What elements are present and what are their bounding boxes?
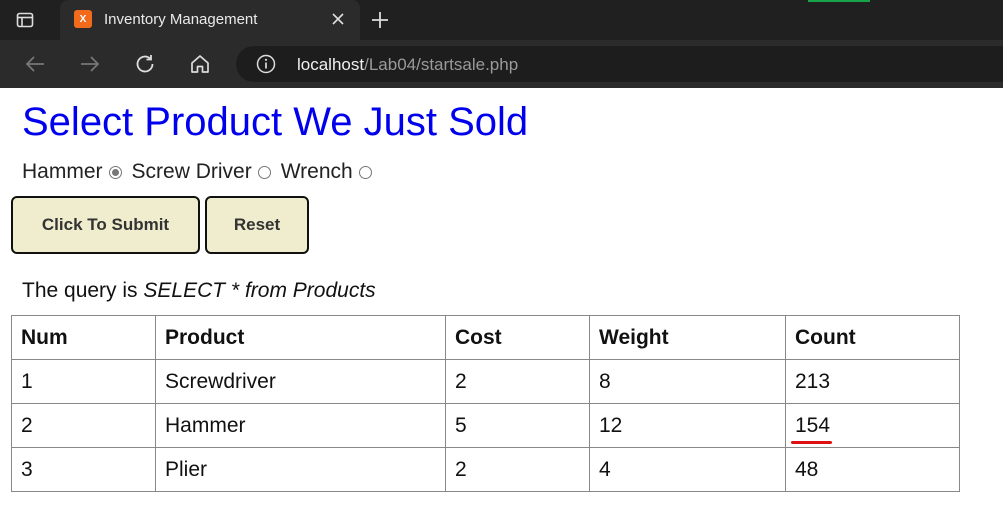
address-bar[interactable]: localhost/Lab04/startsale.php — [236, 46, 1003, 82]
submit-button[interactable]: Click To Submit — [11, 196, 200, 254]
radio-label-screw-driver: Screw Driver — [131, 160, 252, 183]
cell-weight: 12 — [589, 403, 786, 448]
query-prefix: The query is — [22, 279, 138, 302]
cell-count: 48 — [785, 447, 960, 492]
cell-num: 1 — [11, 359, 156, 404]
header-weight: Weight — [589, 315, 786, 360]
cell-product: Plier — [155, 447, 446, 492]
cell-num: 3 — [11, 447, 156, 492]
site-info-icon[interactable] — [256, 54, 276, 74]
cell-product: Hammer — [155, 403, 446, 448]
products-table: Num Product Cost Weight Count 1 Screwdri… — [11, 315, 960, 492]
radio-screw-driver[interactable] — [257, 165, 271, 179]
header-num: Num — [11, 315, 156, 360]
cell-count: 213 — [785, 359, 960, 404]
tab-actions-icon[interactable] — [14, 9, 36, 31]
radio-label-hammer: Hammer — [22, 160, 103, 183]
cell-num: 2 — [11, 403, 156, 448]
product-radio-group: Hammer Screw Driver Wrench — [22, 160, 382, 184]
back-arrow-icon[interactable] — [23, 52, 47, 76]
window-indicator — [808, 0, 870, 2]
header-product: Product — [155, 315, 446, 360]
page-content: Select Product We Just Sold Hammer Screw… — [0, 88, 1003, 523]
tab-active[interactable]: X Inventory Management — [60, 0, 360, 40]
cell-count: 154 — [785, 403, 960, 448]
close-icon[interactable] — [328, 9, 348, 29]
header-cost: Cost — [445, 315, 590, 360]
count-highlighted: 154 — [790, 413, 833, 444]
cell-product: Screwdriver — [155, 359, 446, 404]
table-row: 3 Plier 2 4 48 — [11, 447, 960, 492]
header-count: Count — [785, 315, 960, 360]
query-sql: SELECT * from Products — [143, 279, 376, 302]
cell-cost: 2 — [445, 359, 590, 404]
table-row: 2 Hammer 5 12 154 — [11, 403, 960, 448]
browser-toolbar: localhost/Lab04/startsale.php — [0, 40, 1003, 88]
cell-weight: 8 — [589, 359, 786, 404]
cell-cost: 2 — [445, 447, 590, 492]
query-text: The query is SELECT * from Products — [22, 279, 376, 303]
radio-wrench[interactable] — [358, 165, 372, 179]
url-host: localhost — [297, 55, 365, 74]
cell-cost: 5 — [445, 403, 590, 448]
home-icon[interactable] — [188, 52, 212, 76]
page-title: Select Product We Just Sold — [22, 100, 529, 144]
xampp-icon: X — [74, 10, 92, 28]
browser-tab-bar: X Inventory Management — [0, 0, 1003, 40]
new-tab-icon[interactable] — [368, 8, 392, 32]
table-header-row: Num Product Cost Weight Count — [11, 315, 960, 360]
radio-label-wrench: Wrench — [280, 160, 353, 183]
url-text[interactable]: localhost/Lab04/startsale.php — [297, 55, 518, 75]
reset-button[interactable]: Reset — [205, 196, 309, 254]
tab-title: Inventory Management — [104, 11, 258, 28]
url-path: /Lab04/startsale.php — [364, 55, 519, 74]
cell-weight: 4 — [589, 447, 786, 492]
table-row: 1 Screwdriver 2 8 213 — [11, 359, 960, 404]
radio-hammer[interactable] — [108, 165, 122, 179]
forward-arrow-icon[interactable] — [78, 52, 102, 76]
reload-icon[interactable] — [133, 52, 157, 76]
